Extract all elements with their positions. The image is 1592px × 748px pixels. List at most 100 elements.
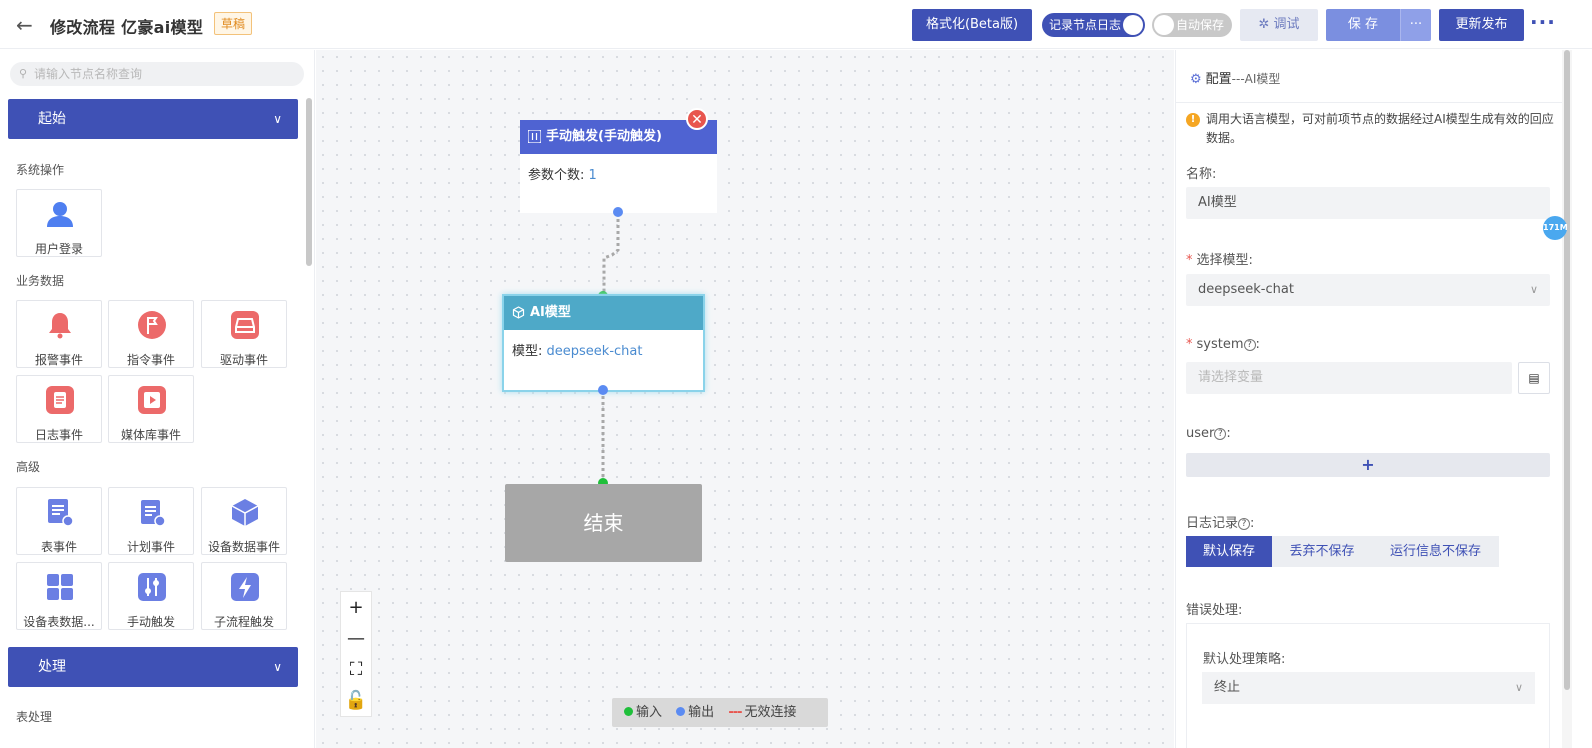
fit-view-icon[interactable]: ⛶	[341, 654, 371, 685]
ai-output-port[interactable]	[598, 385, 608, 395]
back-arrow-icon[interactable]: ←	[16, 14, 38, 36]
config-panel: ⚙ 配置---AI模型 ! 调用大语言模型，可对前项节点的数据经过AI模型生成有效…	[1175, 50, 1563, 748]
node-card-command[interactable]: 指令事件	[108, 300, 194, 368]
model-select-label-text: 选择模型:	[1196, 253, 1253, 268]
node-card-subflow-trigger[interactable]: 子流程触发	[201, 562, 287, 630]
node-search-input[interactable]: ⚲ 请输入节点名称查询	[10, 62, 304, 86]
auto-save-toggle[interactable]: 自动保存	[1152, 13, 1232, 37]
search-icon: ⚲	[19, 67, 28, 80]
toggle-knob	[1154, 15, 1174, 35]
node-card-manual-trigger[interactable]: 手动触发	[108, 562, 194, 630]
sliders-icon	[138, 573, 166, 601]
log-option-discard[interactable]: 丢弃不保存	[1272, 536, 1372, 567]
variable-picker-icon[interactable]: ▤	[1518, 362, 1550, 394]
section-process-label: 处理	[38, 659, 66, 675]
user-icon	[47, 202, 73, 227]
debug-button[interactable]: ✲ 调试	[1240, 9, 1318, 41]
group-system: 系统操作	[16, 163, 65, 177]
node-card-user-login[interactable]: 用户登录	[16, 189, 102, 257]
node-card-table-event[interactable]: 表事件	[16, 487, 102, 555]
card-label: 表事件	[40, 540, 77, 554]
name-input[interactable]: AI模型	[1186, 187, 1550, 219]
user-label: user?:	[1186, 426, 1231, 441]
legend-invalid: 无效连接	[744, 705, 797, 720]
error-strategy-select[interactable]: 终止 ∨	[1202, 672, 1535, 704]
zoom-out-button[interactable]: —	[341, 623, 371, 654]
cube-icon	[231, 499, 259, 526]
section-start[interactable]: 起始 ∨	[8, 99, 298, 139]
publish-button[interactable]: 更新发布	[1439, 9, 1524, 41]
sliders-icon	[528, 130, 541, 143]
log-option-default-save[interactable]: 默认保存	[1186, 536, 1272, 567]
gear-icon: ⚙	[1190, 72, 1202, 87]
system-label-text: system	[1196, 337, 1244, 352]
group-table: 表处理	[16, 710, 53, 724]
tip-text: 调用大语言模型，可对前项节点的数据经过AI模型生成有效的回应数据。	[1206, 112, 1554, 145]
node-card-plan-event[interactable]: 计划事件	[108, 487, 194, 555]
node-card-log[interactable]: 日志事件	[16, 375, 102, 443]
node-card-alarm[interactable]: 报警事件	[16, 300, 102, 368]
config-scrollbar[interactable]	[1562, 50, 1572, 748]
model-select-label: * 选择模型:	[1186, 253, 1253, 268]
param-count-label: 参数个数:	[528, 168, 585, 183]
help-icon[interactable]: ?	[1238, 518, 1251, 530]
bell-icon	[49, 313, 71, 339]
card-label: 计划事件	[126, 540, 175, 554]
model-select[interactable]: deepseek-chat ∨	[1186, 274, 1550, 306]
node-card-device-table[interactable]: 设备表数据...	[16, 562, 102, 630]
delete-node-icon[interactable]: ✕	[686, 108, 708, 130]
memory-badge[interactable]: 171M	[1543, 216, 1568, 240]
trigger-node[interactable]: 手动触发(手动触发) 参数个数: 1	[520, 120, 717, 213]
debug-label: 调试	[1273, 17, 1300, 32]
system-variable-input[interactable]: 请选择变量	[1186, 362, 1512, 394]
flow-canvas[interactable]: 手动触发(手动触发) 参数个数: 1 ✕ AI模型 模型: deepseek-c…	[316, 50, 1174, 748]
more-menu-icon[interactable]: ···	[1530, 10, 1556, 34]
card-label: 日志事件	[34, 428, 83, 442]
lock-icon[interactable]: 🔓	[341, 685, 371, 716]
scroll-thumb[interactable]	[1564, 50, 1570, 690]
end-node[interactable]: 结束	[505, 484, 702, 562]
lightning-icon	[231, 573, 259, 601]
help-icon[interactable]: ?	[1214, 428, 1227, 440]
card-label: 用户登录	[34, 242, 83, 256]
help-icon[interactable]: ?	[1243, 339, 1256, 351]
name-label: 名称:	[1186, 167, 1217, 182]
chevron-down-icon: ∨	[273, 660, 282, 674]
add-user-button[interactable]: +	[1186, 453, 1550, 477]
trigger-output-port[interactable]	[613, 207, 623, 217]
save-button[interactable]: 保 存	[1326, 9, 1400, 41]
record-log-toggle[interactable]: 记录节点日志	[1042, 13, 1145, 37]
card-label: 驱动事件	[219, 353, 268, 367]
group-advanced: 高级	[16, 460, 41, 474]
format-button[interactable]: 格式化(Beta版)	[912, 9, 1032, 41]
section-process[interactable]: 处理 ∨	[8, 647, 298, 687]
node-card-driver[interactable]: 驱动事件	[201, 300, 287, 368]
config-subtitle: ---AI模型	[1231, 72, 1281, 86]
status-badge: 草稿	[214, 12, 253, 35]
input-dot-icon	[624, 707, 633, 716]
ai-model-node[interactable]: AI模型 模型: deepseek-chat	[504, 296, 703, 390]
model-select-value: deepseek-chat	[1198, 282, 1294, 297]
chevron-down-icon: ∨	[1514, 681, 1523, 694]
card-label: 手动触发	[126, 615, 175, 629]
zoom-in-button[interactable]: +	[341, 592, 371, 623]
card-label: 子流程触发	[213, 615, 274, 629]
clipboard-icon	[141, 500, 166, 527]
save-more-button[interactable]: ···	[1400, 9, 1431, 41]
card-label: 媒体库事件	[120, 428, 181, 442]
legend-output: 输出	[688, 705, 715, 720]
card-label: 报警事件	[34, 353, 83, 367]
node-card-media[interactable]: 媒体库事件	[108, 375, 194, 443]
model-label: 模型:	[512, 344, 543, 359]
media-icon	[138, 386, 166, 414]
error-handling-box: 默认处理策略: 终止 ∨	[1186, 623, 1550, 748]
node-card-device-data[interactable]: 设备数据事件	[201, 487, 287, 555]
palette-scrollbar[interactable]	[306, 98, 312, 266]
bug-icon: ✲	[1258, 17, 1270, 32]
auto-save-label: 自动保存	[1176, 18, 1225, 32]
log-option-no-runtime[interactable]: 运行信息不保存	[1372, 536, 1499, 567]
section-start-label: 起始	[38, 111, 66, 127]
ai-node-title: AI模型	[530, 305, 571, 320]
log-label: 日志记录?:	[1186, 516, 1255, 531]
config-title-text: 配置	[1205, 72, 1232, 87]
